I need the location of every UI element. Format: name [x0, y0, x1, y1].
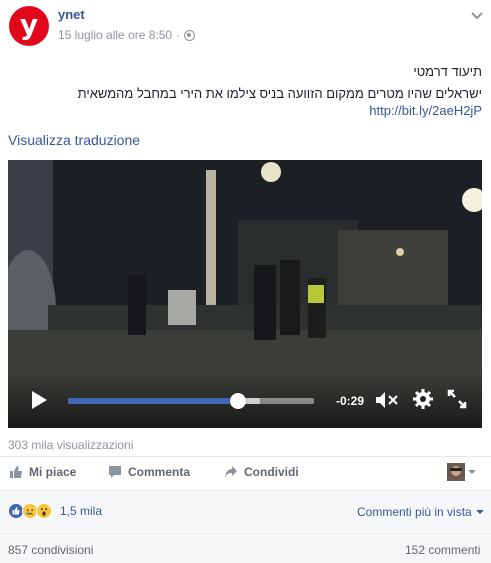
- wow-icon: [36, 503, 52, 519]
- avatar: [447, 463, 465, 481]
- comment-count[interactable]: 152 commenti: [405, 543, 480, 557]
- reaction-count[interactable]: 1,5 mila: [60, 504, 102, 518]
- thumbs-up-icon: [10, 466, 22, 478]
- chevron-down-icon[interactable]: [470, 8, 484, 22]
- video-player[interactable]: -0:29: [8, 160, 482, 428]
- reaction-icons[interactable]: [8, 503, 52, 519]
- post-text-line-1: תיעוד דרמטי: [413, 64, 482, 79]
- video-time-remaining: -0:29: [336, 394, 365, 408]
- caret-down-icon: [475, 510, 484, 514]
- play-icon[interactable]: [28, 389, 50, 411]
- reactions-bar: 1,5 mila Commenti più in vista: [0, 490, 491, 532]
- share-arrow-icon: [225, 466, 237, 478]
- post-header: y ynet 15 luglio alle ore 8:50 ·: [0, 0, 491, 52]
- page-logo[interactable]: y: [9, 6, 49, 46]
- video-controls: -0:29: [8, 372, 482, 428]
- globe-icon: [184, 29, 196, 41]
- caret-down-icon: [468, 470, 476, 474]
- share-count[interactable]: 857 condivisioni: [8, 543, 93, 557]
- fullscreen-icon[interactable]: [446, 388, 468, 410]
- translate-link[interactable]: Visualizza traduzione: [8, 132, 140, 148]
- like-label: Mi piace: [29, 465, 77, 479]
- meta-separator: ·: [176, 28, 181, 42]
- view-count: 303 mila visualizzazioni: [8, 438, 134, 452]
- share-label: Condividi: [244, 465, 299, 479]
- identity-selector[interactable]: [447, 463, 476, 481]
- share-button[interactable]: Condividi: [224, 457, 299, 487]
- video-progress-knob[interactable]: [229, 393, 246, 409]
- comment-sort-label: Commenti più in vista: [357, 505, 472, 519]
- like-button[interactable]: Mi piace: [9, 457, 76, 487]
- mute-icon[interactable]: [374, 390, 400, 410]
- comment-icon: [109, 466, 121, 478]
- post-text-line-2: ישראלים שהיו מטרים ממקום הזוועה בניס ציל…: [77, 86, 482, 101]
- logo-letter: y: [19, 8, 39, 41]
- action-bar: Mi piace Commenta Condividi: [0, 456, 491, 488]
- post-meta: 15 luglio alle ore 8:50 ·: [58, 28, 196, 42]
- video-progress-played: [68, 398, 238, 404]
- post-timestamp[interactable]: 15 luglio alle ore 8:50: [58, 28, 172, 42]
- post-footer: 857 condivisioni 152 commenti: [0, 533, 491, 563]
- page-name-link[interactable]: ynet: [58, 7, 85, 22]
- post-link[interactable]: http://bit.ly/2aeH2jP: [369, 103, 482, 118]
- comment-sort-dropdown[interactable]: Commenti più in vista: [357, 505, 484, 519]
- comment-label: Commenta: [128, 465, 191, 479]
- comment-button[interactable]: Commenta: [108, 457, 190, 487]
- video-progress-bar[interactable]: [68, 393, 314, 409]
- gear-icon[interactable]: [412, 388, 434, 410]
